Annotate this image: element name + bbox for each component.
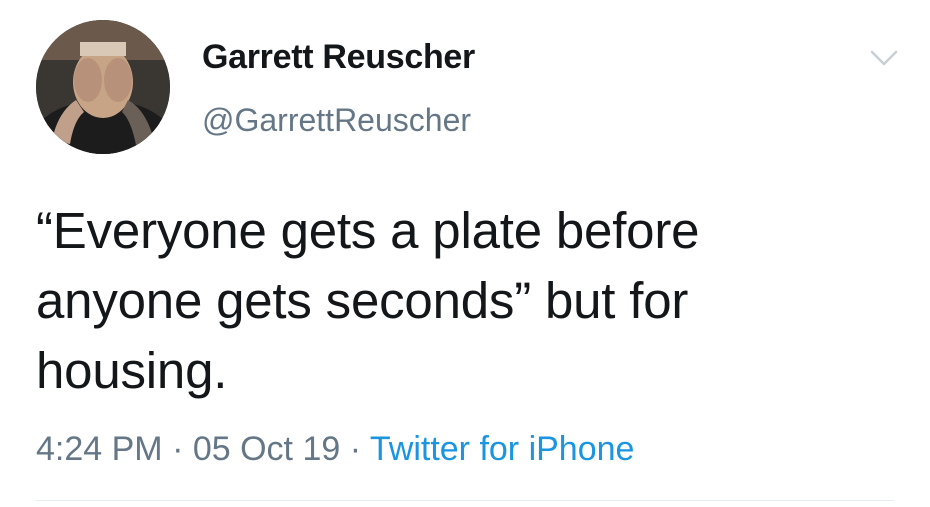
tweet-date[interactable]: 05 Oct 19 (193, 430, 340, 468)
tweet-text-line: “Everyone gets a plate before (36, 202, 700, 259)
tweet-meta: 4:24 PM · 05 Oct 19 · Twitter for iPhone (36, 430, 634, 469)
tweet-card: Garrett Reuscher @GarrettReuscher “Every… (0, 0, 930, 507)
tweet-text: “Everyone gets a plate before anyone get… (36, 196, 896, 406)
chevron-down-icon[interactable] (866, 44, 902, 72)
tweet-text-line: housing. (36, 342, 228, 399)
divider (36, 500, 894, 501)
avatar-photo-icon (36, 20, 170, 154)
tweet-source-link[interactable]: Twitter for iPhone (370, 430, 635, 468)
meta-separator: · (340, 430, 370, 468)
tweet-text-line: anyone gets seconds” but for (36, 272, 689, 329)
display-name[interactable]: Garrett Reuscher (202, 38, 475, 77)
avatar[interactable] (36, 20, 170, 154)
user-handle[interactable]: @GarrettReuscher (202, 102, 471, 139)
meta-separator: · (162, 430, 193, 468)
tweet-time[interactable]: 4:24 PM (36, 430, 163, 468)
